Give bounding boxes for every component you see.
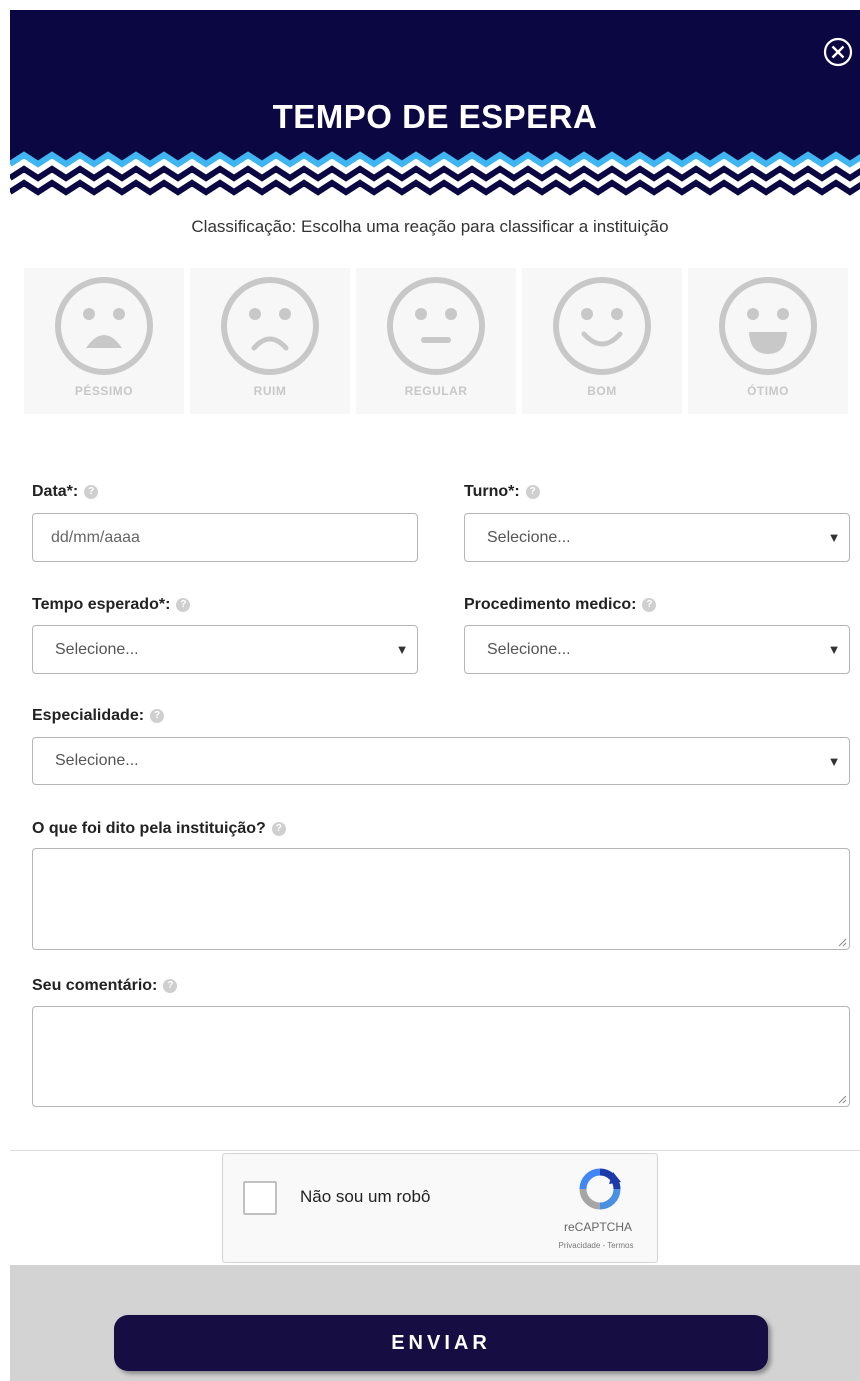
chevron-down-icon: ▼ <box>827 642 841 657</box>
specialty-select-value: Selecione... <box>55 752 139 769</box>
comment-textarea[interactable] <box>32 1006 850 1107</box>
specialty-label-text: Especialidade: <box>32 707 145 724</box>
institution-said-textarea[interactable] <box>32 848 850 950</box>
help-icon[interactable]: ? <box>163 979 178 993</box>
institution-said-label-text: O que foi dito pela instituição? <box>32 820 266 837</box>
recaptcha-logo-icon <box>579 1168 621 1210</box>
divider <box>10 1150 860 1151</box>
face-smile-icon <box>553 277 651 375</box>
resize-grip-icon[interactable] <box>837 1094 847 1104</box>
date-input[interactable]: dd/mm/aaaa <box>32 513 418 562</box>
help-icon[interactable]: ? <box>150 709 165 723</box>
procedure-label: Procedimento medico: ? <box>464 596 657 614</box>
face-sad-icon <box>221 277 319 375</box>
reaction-label: PÉSSIMO <box>74 384 134 398</box>
chevron-down-icon: ▼ <box>827 753 841 769</box>
captcha-checkbox[interactable] <box>243 1181 277 1215</box>
reaction-label: BOM <box>587 384 617 398</box>
reaction-pessimo[interactable]: PÉSSIMO <box>24 268 184 414</box>
face-terrible-icon <box>55 277 153 375</box>
recaptcha-widget: Não sou um robô reCAPTCHA Privacidade - … <box>222 1153 658 1263</box>
modal-header: TEMPO DE ESPERA <box>10 10 860 200</box>
reaction-label: RUIM <box>253 384 287 398</box>
reaction-label: ÓTIMO <box>747 384 789 398</box>
date-label-text: Data*: <box>32 483 79 500</box>
shift-select-value: Selecione... <box>487 528 571 546</box>
wait-time-label: Tempo esperado*: ? <box>32 596 191 614</box>
resize-grip-icon[interactable] <box>837 937 847 947</box>
recaptcha-brand: reCAPTCHA <box>563 1220 632 1234</box>
close-circle-icon[interactable] <box>823 37 853 67</box>
date-placeholder: dd/mm/aaaa <box>51 528 140 546</box>
help-icon[interactable]: ? <box>176 598 191 612</box>
reaction-regular[interactable]: REGULAR <box>356 268 516 414</box>
reaction-label: REGULAR <box>404 384 468 398</box>
reaction-ruim[interactable]: RUIM <box>190 268 350 414</box>
recaptcha-links[interactable]: Privacidade - Termos <box>541 1241 651 1250</box>
procedure-select-value: Selecione... <box>487 640 571 658</box>
face-neutral-icon <box>387 277 485 375</box>
shift-label: Turno*: ? <box>464 483 540 501</box>
chevron-down-icon: ▼ <box>827 530 841 545</box>
specialty-label: Especialidade: ? <box>32 707 165 725</box>
submit-button[interactable]: ENVIAR <box>114 1315 768 1371</box>
shift-label-text: Turno*: <box>464 483 520 500</box>
chevron-down-icon: ▼ <box>395 642 409 657</box>
reaction-otimo[interactable]: ÓTIMO <box>688 268 848 414</box>
help-icon[interactable]: ? <box>84 485 99 499</box>
shift-select[interactable]: Selecione... ▼ <box>464 513 850 562</box>
procedure-select[interactable]: Selecione... ▼ <box>464 625 850 674</box>
close-button[interactable] <box>820 34 856 70</box>
captcha-label: Não sou um robô <box>300 1187 431 1206</box>
face-happy-icon <box>719 277 817 375</box>
reaction-bom[interactable]: BOM <box>522 268 682 414</box>
modal-title: TEMPO DE ESPERA <box>272 98 598 135</box>
rating-prompt: Classificação: Escolha uma reação para c… <box>191 217 669 236</box>
help-icon[interactable]: ? <box>525 485 540 499</box>
comment-label: Seu comentário: ? <box>32 977 178 995</box>
procedure-label-text: Procedimento medico: <box>464 596 637 613</box>
wait-time-label-text: Tempo esperado*: <box>32 596 171 613</box>
help-icon[interactable]: ? <box>271 822 286 836</box>
institution-said-label: O que foi dito pela instituição? ? <box>32 820 286 838</box>
modal-footer: ENVIAR <box>10 1265 860 1381</box>
wait-time-select[interactable]: Selecione... ▼ <box>32 625 418 674</box>
zigzag-decoration <box>10 148 860 200</box>
help-icon[interactable]: ? <box>642 598 657 612</box>
comment-label-text: Seu comentário: <box>32 977 158 994</box>
wait-time-select-value: Selecione... <box>55 640 139 658</box>
specialty-select[interactable]: Selecione... ▼ <box>32 737 850 785</box>
reaction-rating: PÉSSIMO RUIM REGULAR BOM ÓTIMO <box>24 268 850 414</box>
date-label: Data*: ? <box>32 483 99 501</box>
